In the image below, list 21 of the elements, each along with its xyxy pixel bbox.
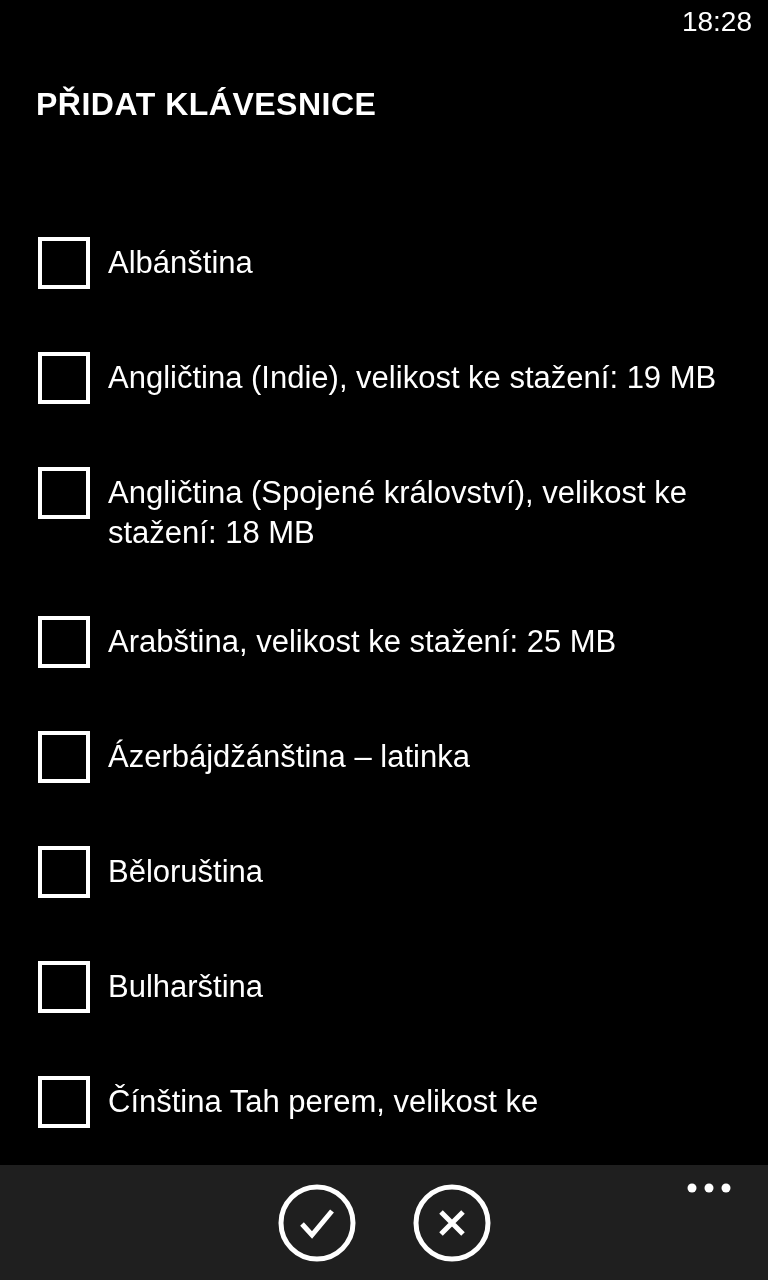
- checkbox[interactable]: [38, 467, 90, 519]
- language-label[interactable]: Angličtina (Spojené království), velikost ke stažení: 18 MB: [108, 473, 738, 553]
- more-icon[interactable]: [687, 1183, 731, 1193]
- checkmark-icon[interactable]: [277, 1183, 356, 1262]
- language-label[interactable]: Čínština Tah perem, velikost ke: [108, 1082, 539, 1122]
- language-label[interactable]: Běloruština: [108, 852, 264, 892]
- checkbox[interactable]: [38, 846, 90, 898]
- language-label[interactable]: Albánština: [108, 243, 253, 283]
- language-label[interactable]: Bulharština: [108, 967, 264, 1007]
- checkbox[interactable]: [38, 1076, 90, 1128]
- clock-time: 18:28: [681, 6, 752, 39]
- page-title: PŘIDAT KLÁVESNICE: [36, 86, 378, 123]
- checkbox[interactable]: [38, 961, 90, 1013]
- checkbox[interactable]: [38, 237, 90, 289]
- checkbox[interactable]: [38, 352, 90, 404]
- language-label[interactable]: Angličtina (Indie), velikost ke stažení: 19 MB: [108, 358, 717, 398]
- language-label[interactable]: Ázerbájdžánština – latinka: [108, 737, 470, 777]
- language-label[interactable]: Arabština, velikost ke stažení: 25 MB: [108, 622, 617, 662]
- close-icon[interactable]: [412, 1183, 491, 1262]
- checkbox[interactable]: [38, 731, 90, 783]
- checkbox[interactable]: [38, 616, 90, 668]
